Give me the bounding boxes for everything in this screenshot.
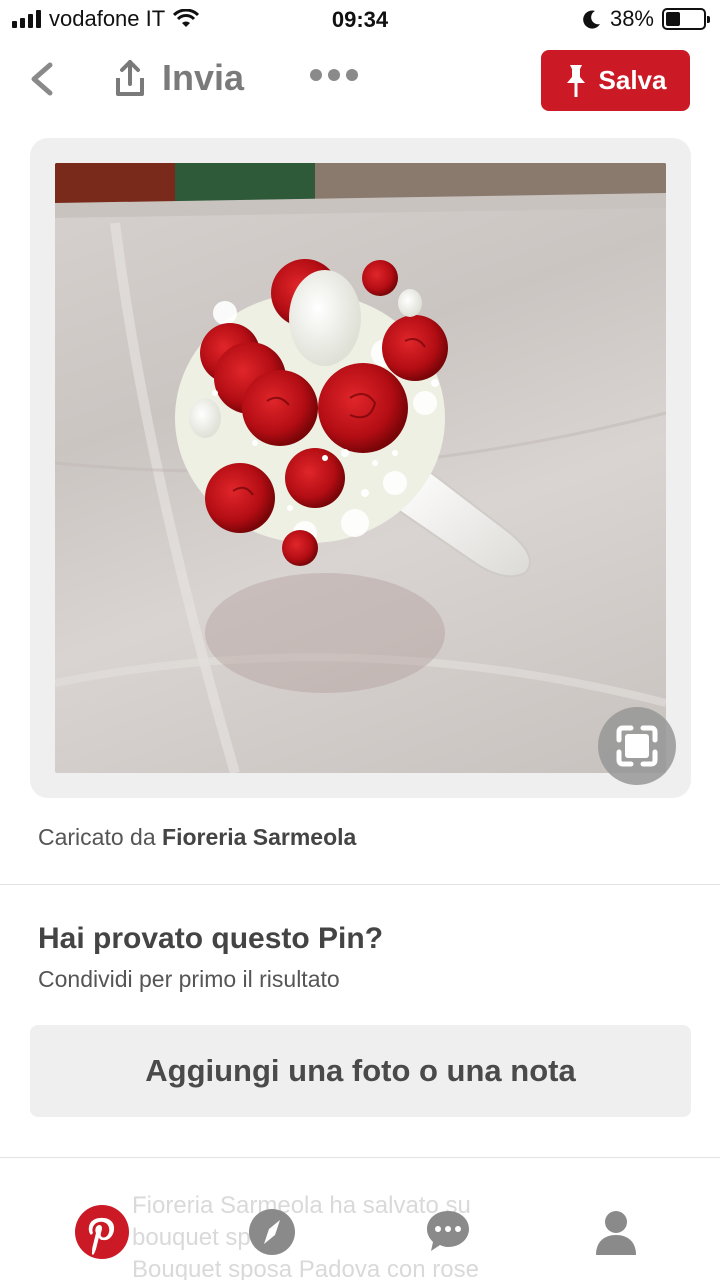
back-icon[interactable] bbox=[22, 59, 62, 99]
save-label: Salva bbox=[598, 65, 667, 95]
visual-search-icon bbox=[616, 725, 658, 767]
battery-fill bbox=[666, 12, 680, 26]
tab-explore[interactable] bbox=[242, 1202, 302, 1262]
uploader-name[interactable]: Fioreria Sarmeola bbox=[162, 824, 356, 850]
more-dot bbox=[346, 69, 358, 81]
divider bbox=[0, 884, 720, 885]
pinterest-logo-icon bbox=[75, 1205, 129, 1259]
status-right: 38% bbox=[582, 6, 710, 32]
battery-percent: 38% bbox=[609, 6, 654, 31]
uploaded-prefix: Caricato da bbox=[38, 824, 156, 850]
tried-title: Hai provato questo Pin? bbox=[38, 922, 384, 955]
chat-bubble-icon bbox=[427, 1211, 469, 1251]
profile-icon bbox=[596, 1211, 636, 1255]
add-photo-note-button[interactable]: Aggiungi una foto o una nota bbox=[30, 1025, 691, 1117]
tried-subtitle: Condividi per primo il risultato bbox=[38, 966, 340, 992]
pin-card bbox=[30, 138, 691, 798]
more-options-button[interactable] bbox=[310, 69, 358, 81]
pin-image[interactable] bbox=[55, 163, 666, 773]
divider bbox=[0, 1157, 720, 1158]
more-dot bbox=[328, 69, 340, 81]
more-dot bbox=[310, 69, 322, 81]
tab-profile[interactable] bbox=[586, 1202, 646, 1262]
tab-messages[interactable] bbox=[418, 1202, 478, 1262]
share-label: Invia bbox=[162, 57, 245, 98]
share-icon bbox=[116, 60, 144, 96]
visual-search-button[interactable] bbox=[598, 707, 676, 785]
top-bar: Invia Salva bbox=[0, 45, 720, 117]
save-button[interactable]: Salva bbox=[541, 50, 690, 111]
pin-icon bbox=[566, 64, 585, 97]
moon-icon bbox=[583, 10, 600, 29]
bottom-tab-bar bbox=[0, 1190, 720, 1280]
tab-home[interactable] bbox=[74, 1204, 130, 1260]
status-bar: vodafone IT 09:34 38% bbox=[0, 0, 720, 40]
compass-icon bbox=[249, 1209, 295, 1255]
share-button[interactable]: Invia bbox=[112, 57, 244, 99]
battery-icon bbox=[662, 8, 710, 30]
uploaded-by: Caricato da Fioreria Sarmeola bbox=[38, 824, 356, 851]
bouquet-photo bbox=[55, 163, 666, 773]
